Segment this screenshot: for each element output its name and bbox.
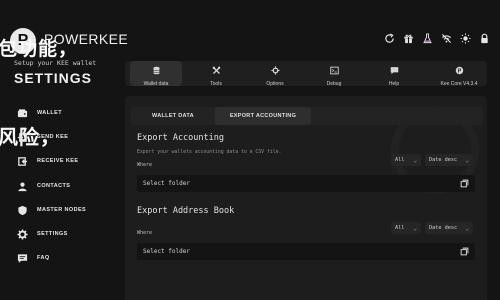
chat-icon bbox=[16, 252, 28, 264]
tab-label: Kee Core V4.3.4 bbox=[440, 81, 478, 87]
select-value: Date desc bbox=[429, 225, 458, 231]
sidebar-item-receive-kee[interactable]: RECEIVE KEE bbox=[16, 154, 78, 168]
tab-label: Tools bbox=[210, 81, 222, 87]
sidebar-item-label: WALLET bbox=[37, 110, 63, 116]
tab-label: Debug bbox=[326, 81, 342, 87]
gift-icon[interactable] bbox=[400, 30, 416, 46]
shield-icon bbox=[16, 204, 28, 216]
address-book-filter-select[interactable]: All ⌄ bbox=[391, 222, 421, 234]
chevron-down-icon: ⌄ bbox=[413, 224, 417, 232]
sidebar-item-contacts[interactable]: CONTACTS bbox=[16, 179, 70, 193]
select-value: All bbox=[395, 225, 405, 231]
select-value: Date desc bbox=[429, 157, 458, 163]
tab-kee-core-version[interactable]: P Kee Core V4.3.4 bbox=[432, 60, 486, 87]
page-tagline: Setup your KEE wallet bbox=[14, 59, 97, 67]
contacts-icon bbox=[16, 180, 28, 192]
tab-label: Options bbox=[266, 81, 284, 87]
folder-placeholder: Select folder bbox=[143, 180, 190, 187]
logo-icon: P bbox=[455, 60, 464, 79]
copy-icon[interactable] bbox=[459, 179, 469, 189]
tab-label: Help bbox=[388, 81, 400, 87]
address-book-sort-select[interactable]: Date desc ⌄ bbox=[425, 222, 473, 234]
top-toolbar bbox=[381, 30, 492, 46]
sidebar-item-master-nodes[interactable]: MASTER NODES bbox=[16, 203, 86, 217]
where-label: Where bbox=[137, 162, 153, 168]
export-address-book-title: Export Address Book bbox=[137, 206, 235, 216]
sidebar-item-send-kee[interactable]: SEND KEE bbox=[16, 130, 68, 144]
tab-debug[interactable]: Debug bbox=[308, 60, 360, 87]
address-book-folder-input[interactable]: Select folder bbox=[137, 243, 475, 260]
terminal-icon bbox=[329, 60, 339, 79]
flask-icon[interactable] bbox=[419, 30, 435, 46]
tab-help[interactable]: Help bbox=[368, 60, 420, 87]
sidebar-item-label: CONTACTS bbox=[37, 183, 71, 189]
sidebar-item-settings[interactable]: SETTINGS bbox=[16, 227, 68, 241]
accounting-sort-select[interactable]: Date desc ⌄ bbox=[425, 154, 473, 166]
folder-placeholder: Select folder bbox=[143, 248, 190, 255]
sidebar-item-label: SETTINGS bbox=[37, 231, 68, 237]
tab-label: Wallet data bbox=[143, 81, 169, 87]
tools-icon bbox=[212, 60, 221, 79]
sun-icon[interactable] bbox=[457, 30, 473, 46]
gear-icon bbox=[16, 228, 28, 240]
overlay-text-top: 包功能， bbox=[0, 38, 79, 60]
svg-text:P: P bbox=[457, 68, 461, 74]
options-icon bbox=[270, 60, 280, 79]
export-accounting-title: Export Accounting bbox=[137, 133, 224, 143]
accounting-folder-input[interactable]: Select folder bbox=[137, 175, 475, 192]
wallet-icon bbox=[16, 107, 28, 119]
select-value: All bbox=[395, 157, 405, 163]
tab-tools[interactable]: Tools bbox=[190, 60, 242, 87]
subtab-wallet-data[interactable]: WALLET DATA bbox=[134, 107, 212, 125]
database-icon bbox=[152, 60, 161, 79]
chevron-down-icon: ⌄ bbox=[465, 224, 469, 232]
export-accounting-description: Export your wallets accounting data to a… bbox=[137, 150, 282, 155]
accounting-filter-select[interactable]: All ⌄ bbox=[391, 154, 421, 166]
sidebar-item-label: MASTER NODES bbox=[37, 207, 87, 213]
no-signal-icon[interactable] bbox=[438, 30, 454, 46]
tab-wallet-data[interactable]: Wallet data bbox=[130, 60, 182, 87]
sidebar-item-label: RECEIVE KEE bbox=[37, 158, 79, 164]
send-icon bbox=[16, 131, 28, 143]
receive-icon bbox=[16, 155, 28, 167]
where-label: Where bbox=[137, 230, 153, 236]
sidebar-item-faq[interactable]: FAQ bbox=[16, 251, 50, 265]
subtab-export-accounting[interactable]: EXPORT ACCOUNTING bbox=[215, 107, 311, 125]
page-title: SETTINGS bbox=[14, 70, 93, 86]
copy-icon[interactable] bbox=[459, 247, 469, 257]
refresh-icon[interactable] bbox=[381, 30, 397, 46]
sidebar-item-wallet[interactable]: WALLET bbox=[16, 106, 62, 120]
help-icon bbox=[390, 60, 399, 79]
tab-options[interactable]: Options bbox=[249, 60, 301, 87]
lock-icon[interactable] bbox=[476, 30, 492, 46]
sidebar-item-label: SEND KEE bbox=[37, 134, 69, 140]
sidebar-item-label: FAQ bbox=[37, 255, 50, 261]
chevron-down-icon: ⌄ bbox=[413, 156, 417, 164]
chevron-down-icon: ⌄ bbox=[465, 156, 469, 164]
